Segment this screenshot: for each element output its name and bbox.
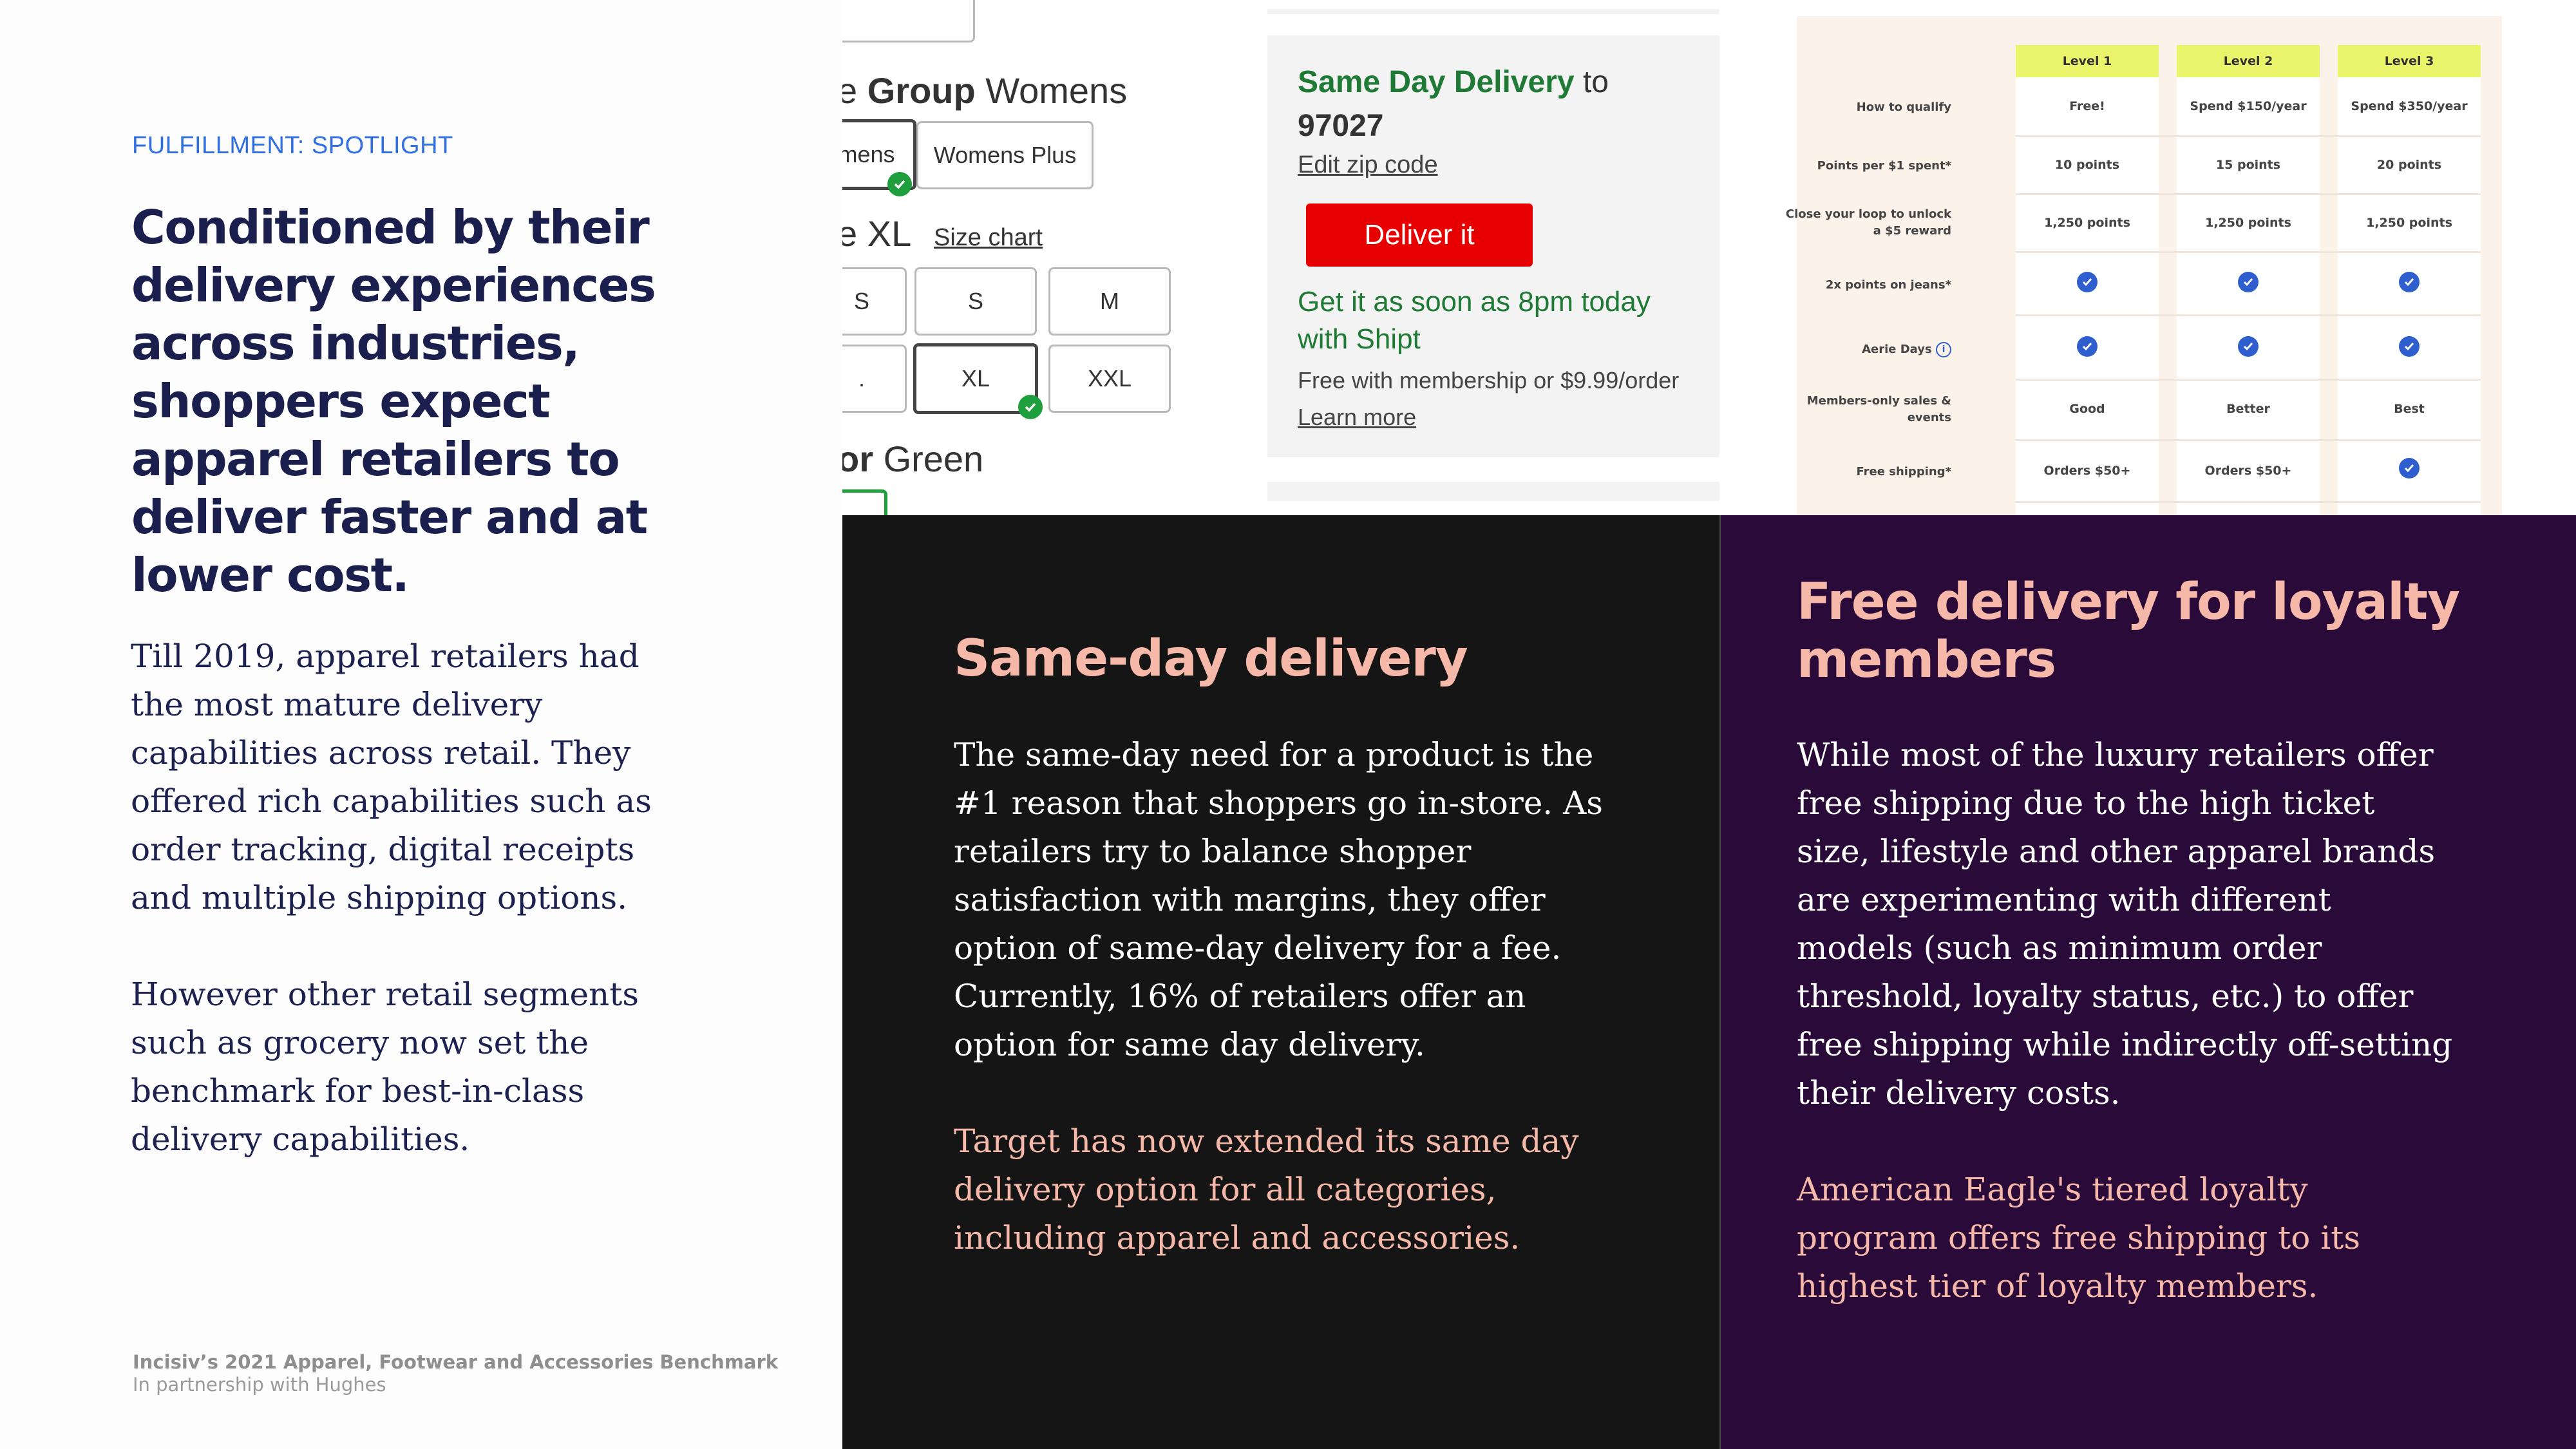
cell-members-l3: Best	[2394, 402, 2425, 416]
row-label-2x-jeans: 2x points on jeans*	[1825, 278, 1951, 292]
cell-qualify-l1: Free!	[2069, 99, 2105, 113]
learn-more-link[interactable]: Learn more	[1298, 404, 1416, 431]
cell-shipping-l1: Orders $50+	[2043, 464, 2131, 478]
footer-source: Incisiv’s 2021 Apparel, Footwear and Acc…	[133, 1351, 779, 1373]
size-option[interactable]: S	[842, 267, 907, 336]
row-divider	[2016, 439, 2481, 441]
loyalty-body: While most of the luxury retailers offer…	[1797, 736, 2453, 1112]
row-divider	[2016, 501, 2481, 503]
edit-zip-link[interactable]: Edit zip code	[1298, 151, 1438, 179]
cell-loop-l2: 1,250 points	[2205, 216, 2291, 230]
row-label-aerie-days: Aerie Days i	[1713, 341, 1951, 358]
level-3-header: Level 3	[2338, 45, 2481, 77]
row-divider	[2016, 314, 2481, 316]
page-headline: Conditioned by their delivery experience…	[131, 200, 656, 602]
color-heading: or Green	[842, 439, 984, 479]
cell-points-l3: 20 points	[2376, 158, 2442, 172]
cell-members-l2: Better	[2226, 402, 2270, 416]
check-circle-icon	[2238, 336, 2259, 357]
panel-divider	[1719, 515, 1721, 1449]
same-day-title: Same-day delivery	[954, 630, 1468, 688]
option-box-top	[842, 0, 975, 43]
selected-check-icon	[1018, 395, 1043, 419]
size-option-m[interactable]: M	[1048, 267, 1171, 336]
same-day-panel: Same-day delivery The same-day need for …	[842, 515, 1719, 1449]
selected-check-icon	[887, 172, 912, 196]
row-divider	[2016, 193, 2481, 195]
level-1-header: Level 1	[2016, 45, 2159, 77]
size-option-s[interactable]: S	[914, 267, 1037, 336]
cell-qualify-l2: Spend $150/year	[2190, 99, 2307, 113]
loyalty-panel: Free delivery for loyalty members While …	[1719, 515, 2576, 1449]
cell-points-l2: 15 points	[2215, 158, 2281, 172]
group-heading: e Group Womens	[842, 70, 1128, 111]
loyalty-ae-note: American Eagle's tiered loyalty program …	[1797, 1171, 2360, 1305]
cell-qualify-l3: Spend $350/year	[2351, 99, 2468, 113]
size-chart-link[interactable]: Size chart	[934, 224, 1043, 252]
cell-members-l1: Good	[2069, 402, 2105, 416]
delivery-zip: 97027	[1298, 109, 1384, 143]
size-heading: e XL	[842, 213, 912, 254]
level-2-header: Level 2	[2177, 45, 2320, 77]
row-label-members-only: Members-only sales & events	[1806, 394, 1951, 424]
card-edge	[1267, 482, 1719, 501]
check-circle-icon	[2399, 458, 2420, 478]
size-option-xxl[interactable]: XXL	[1048, 345, 1171, 413]
same-day-body: The same-day need for a product is the #…	[954, 736, 1603, 1063]
check-circle-icon	[2238, 272, 2259, 292]
check-circle-icon	[2077, 272, 2098, 292]
deliver-it-button[interactable]: Deliver it	[1306, 204, 1533, 267]
row-divider	[2016, 251, 2481, 253]
group-option-womens-plus[interactable]: Womens Plus	[916, 121, 1094, 189]
section-eyebrow: FULFILLMENT: SPOTLIGHT	[132, 132, 453, 159]
card-edge	[1267, 9, 1719, 14]
row-label-free-shipping: Free shipping*	[1856, 465, 1951, 478]
delivery-title: Same Day Delivery to	[1298, 65, 1609, 99]
info-icon[interactable]: i	[1936, 342, 1951, 357]
check-circle-icon	[2077, 336, 2098, 357]
delivery-price-note: Free with membership or $9.99/order	[1298, 367, 1680, 393]
row-divider	[2016, 135, 2481, 137]
footer-partner: In partnership with Hughes	[133, 1374, 386, 1396]
cell-loop-l3: 1,250 points	[2366, 216, 2452, 230]
cell-loop-l1: 1,250 points	[2044, 216, 2130, 230]
check-circle-icon	[2399, 336, 2420, 357]
loyalty-title: Free delivery for loyalty members	[1797, 573, 2460, 689]
row-divider	[2016, 379, 2481, 381]
size-option[interactable]: .	[842, 345, 907, 413]
left-column: FULFILLMENT: SPOTLIGHT Conditioned by th…	[0, 0, 842, 1449]
check-circle-icon	[2399, 272, 2420, 292]
benchmark-paragraph: However other retail segments such as gr…	[131, 976, 639, 1158]
cell-shipping-l2: Orders $50+	[2204, 464, 2292, 478]
cell-points-l1: 10 points	[2054, 158, 2120, 172]
color-swatch-green[interactable]	[842, 489, 887, 515]
row-label-close-your-loop: Close your loop to unlock a $5 reward	[1785, 207, 1951, 238]
product-options-screenshot: e Group Womens mens Womens Plus e XL Siz…	[842, 0, 1262, 515]
row-label-points-per-dollar: Points per $1 spent*	[1817, 159, 1951, 173]
delivery-eta: Get it as soon as 8pm today with Shipt	[1298, 286, 1651, 355]
intro-paragraph: Till 2019, apparel retailers had the mos…	[131, 638, 652, 916]
same-day-target-note: Target has now extended its same day del…	[954, 1122, 1579, 1256]
row-label-how-to-qualify: How to qualify	[1856, 100, 1951, 114]
